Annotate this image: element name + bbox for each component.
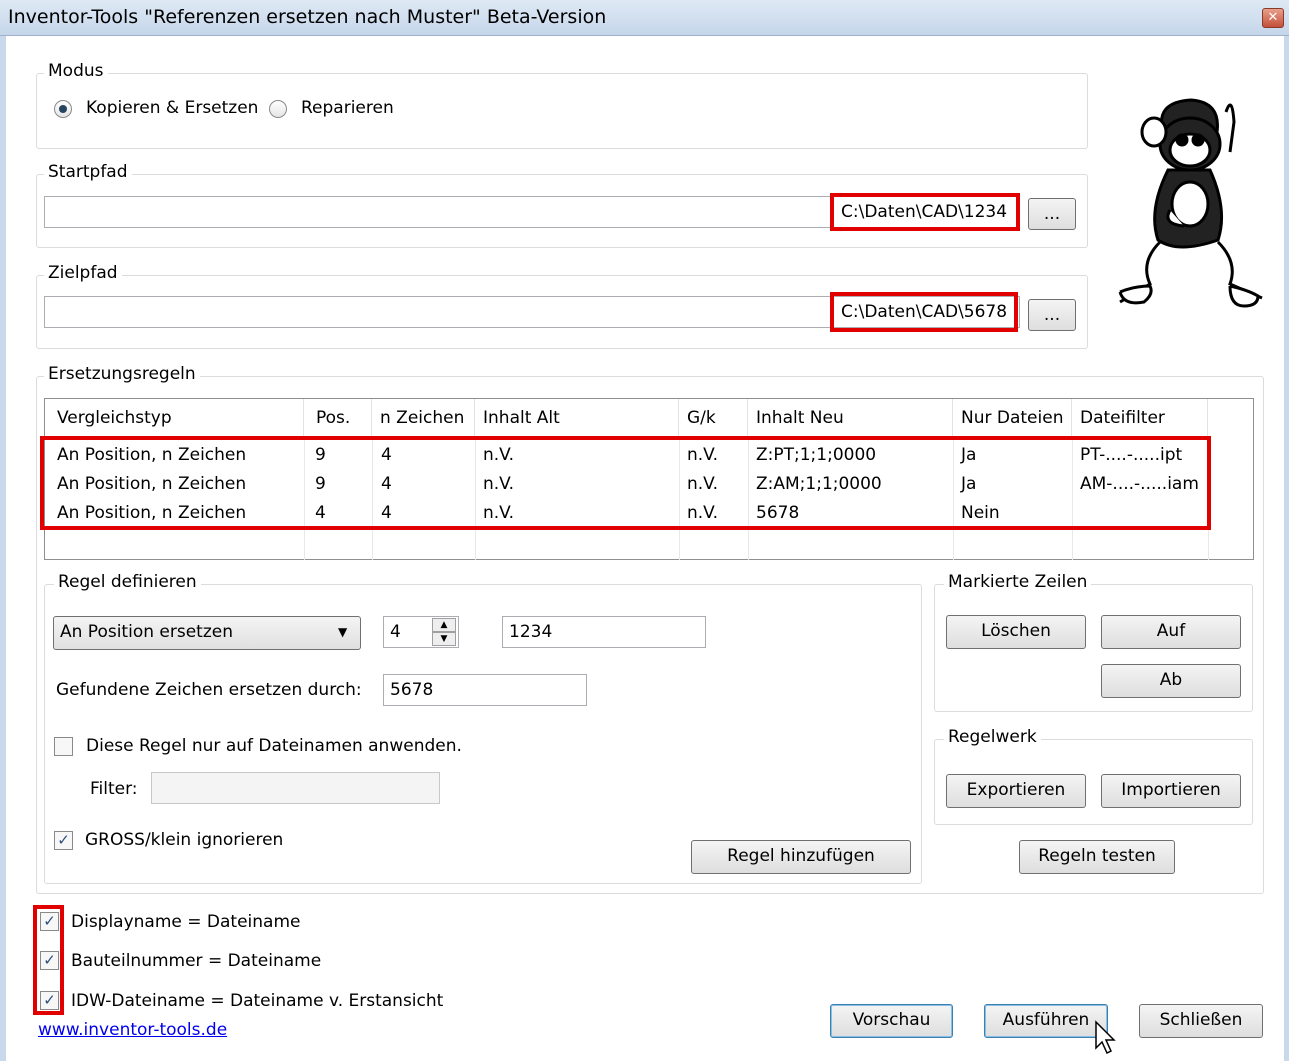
column-header-inhalt-alt[interactable]: Inhalt Alt xyxy=(475,399,679,436)
replace-chars-value: 5678 xyxy=(390,680,434,700)
window-frame-left xyxy=(0,36,6,1061)
highlight-zielpfad xyxy=(830,292,1018,332)
highlight-options-checkboxes xyxy=(33,905,64,1015)
move-down-button[interactable]: Ab xyxy=(1101,664,1241,698)
filter-input[interactable] xyxy=(151,772,440,804)
only-filenames-checkbox[interactable] xyxy=(54,737,73,756)
column-header-inhalt-neu[interactable]: Inhalt Neu xyxy=(748,399,953,436)
rule-type-select-value: An Position ersetzen xyxy=(60,622,233,642)
delete-rows-button[interactable]: Löschen xyxy=(946,615,1086,649)
modus-legend: Modus xyxy=(44,61,108,81)
regelwerk-legend: Regelwerk xyxy=(944,727,1041,747)
chevron-down-icon: ▼ xyxy=(338,625,348,639)
startpfad-browse-button[interactable]: ... xyxy=(1028,198,1076,230)
regel-definieren-legend: Regel definieren xyxy=(54,572,201,592)
export-rules-button[interactable]: Exportieren xyxy=(946,774,1086,808)
replace-chars-label: Gefundene Zeichen ersetzen durch: xyxy=(56,680,362,700)
column-header-gk[interactable]: G/k xyxy=(679,399,748,436)
mouse-cursor-icon xyxy=(1095,1020,1116,1055)
close-button[interactable]: Schließen xyxy=(1139,1004,1263,1038)
column-header-dateifilter[interactable]: Dateifilter xyxy=(1072,399,1208,436)
test-rules-button[interactable]: Regeln testen xyxy=(1019,840,1175,874)
rule-type-select[interactable]: An Position ersetzen ▼ xyxy=(53,616,361,650)
radio-reparieren-label[interactable]: Reparieren xyxy=(301,98,394,118)
column-header-pos[interactable]: Pos. xyxy=(304,399,372,436)
search-chars-input[interactable]: 1234 xyxy=(502,616,706,648)
column-header-vergleichstyp[interactable]: Vergleichstyp xyxy=(45,399,304,436)
only-filenames-label[interactable]: Diese Regel nur auf Dateinamen anwenden. xyxy=(86,736,462,756)
radio-kopieren-ersetzen[interactable] xyxy=(54,100,72,118)
run-button[interactable]: Ausführen xyxy=(984,1004,1108,1038)
preview-button[interactable]: Vorschau xyxy=(830,1004,953,1038)
website-link[interactable]: www.inventor-tools.de xyxy=(38,1020,227,1040)
zielpfad-legend: Zielpfad xyxy=(44,263,122,283)
position-stepper-value: 4 xyxy=(390,622,401,642)
import-rules-button[interactable]: Importieren xyxy=(1101,774,1241,808)
ersetzungsregeln-legend: Ersetzungsregeln xyxy=(44,364,200,384)
title-bar: Inventor-Tools "Referenzen ersetzen nach… xyxy=(0,0,1289,36)
zielpfad-browse-button[interactable]: ... xyxy=(1028,299,1076,331)
filter-label: Filter: xyxy=(90,779,138,799)
highlight-startpfad xyxy=(830,193,1020,231)
spin-up-icon[interactable]: ▲ xyxy=(432,618,456,632)
radio-kopieren-ersetzen-label[interactable]: Kopieren & Ersetzen xyxy=(86,98,258,118)
position-stepper[interactable]: 4 ▲ ▼ xyxy=(383,616,459,648)
column-header-n-zeichen[interactable]: n Zeichen xyxy=(372,399,475,436)
idw-dateiname-label[interactable]: IDW-Dateiname = Dateiname v. Erstansicht xyxy=(71,991,443,1011)
close-icon[interactable]: ✕ xyxy=(1262,8,1284,28)
ignore-case-checkbox[interactable]: ✓ xyxy=(54,831,73,850)
add-rule-button[interactable]: Regel hinzufügen xyxy=(691,840,911,874)
window-title: Inventor-Tools "Referenzen ersetzen nach… xyxy=(8,6,607,28)
window-frame-right xyxy=(1284,36,1289,1061)
column-header-nur-dateien[interactable]: Nur Dateien xyxy=(953,399,1072,436)
search-chars-value: 1234 xyxy=(509,622,553,642)
startpfad-legend: Startpfad xyxy=(44,162,132,182)
bauteilnummer-label[interactable]: Bauteilnummer = Dateiname xyxy=(71,951,321,971)
monkey-mascot-image xyxy=(1118,98,1263,308)
displayname-label[interactable]: Displayname = Dateiname xyxy=(71,912,301,932)
markierte-zeilen-legend: Markierte Zeilen xyxy=(944,572,1092,592)
move-up-button[interactable]: Auf xyxy=(1101,615,1241,649)
radio-reparieren[interactable] xyxy=(269,100,287,118)
highlight-rules-rows xyxy=(40,436,1211,530)
ignore-case-label[interactable]: GROSS/klein ignorieren xyxy=(85,830,283,850)
spin-down-icon[interactable]: ▼ xyxy=(432,632,456,646)
replace-chars-input[interactable]: 5678 xyxy=(383,674,587,706)
